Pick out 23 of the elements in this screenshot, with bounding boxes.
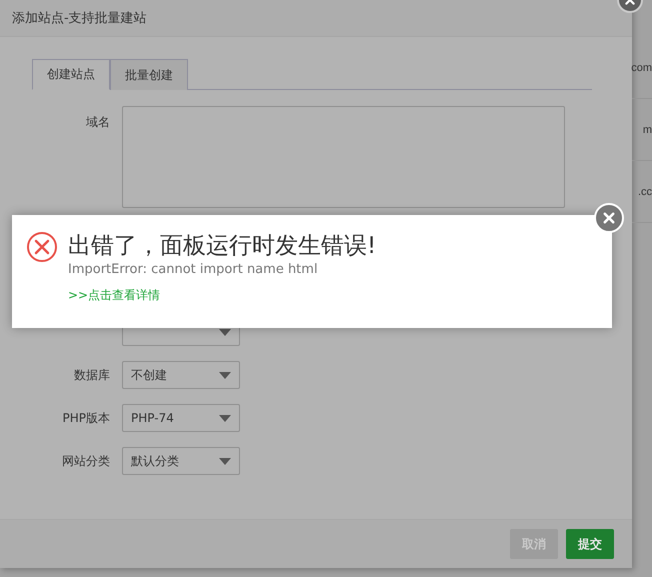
caret-icon [219,372,231,378]
list-item-text: com [632,37,652,99]
error-title: 出错了，面板运行时发生错误! [68,232,376,261]
caret-icon [219,414,231,422]
list-item-text: .cc [632,161,652,223]
submit-button[interactable]: 提交 [566,529,614,559]
tab[interactable]: 批量创建 [110,59,188,90]
error-icon [26,231,58,263]
dropdown[interactable]: 不创建 [122,361,240,389]
dropdown[interactable]: PHP-74 [122,404,240,432]
close-icon [602,211,616,225]
tab[interactable]: 创建站点 [32,59,110,90]
domain-field[interactable] [122,106,565,208]
field-label: 网站分类 [61,452,111,470]
field-label: 域名 [85,114,111,131]
caret-icon [219,458,231,464]
dropdown[interactable]: 默认分类 [122,447,240,475]
field-label: PHP版本 [62,410,111,426]
list-item-text: m [632,99,652,161]
dialog-title: 添加站点-支持批量建站 [12,10,147,27]
field-label: 数据库 [73,366,111,384]
error-message: ImportError: cannot import name html [68,262,319,277]
details-link[interactable]: >>点击查看详情 [68,287,376,304]
